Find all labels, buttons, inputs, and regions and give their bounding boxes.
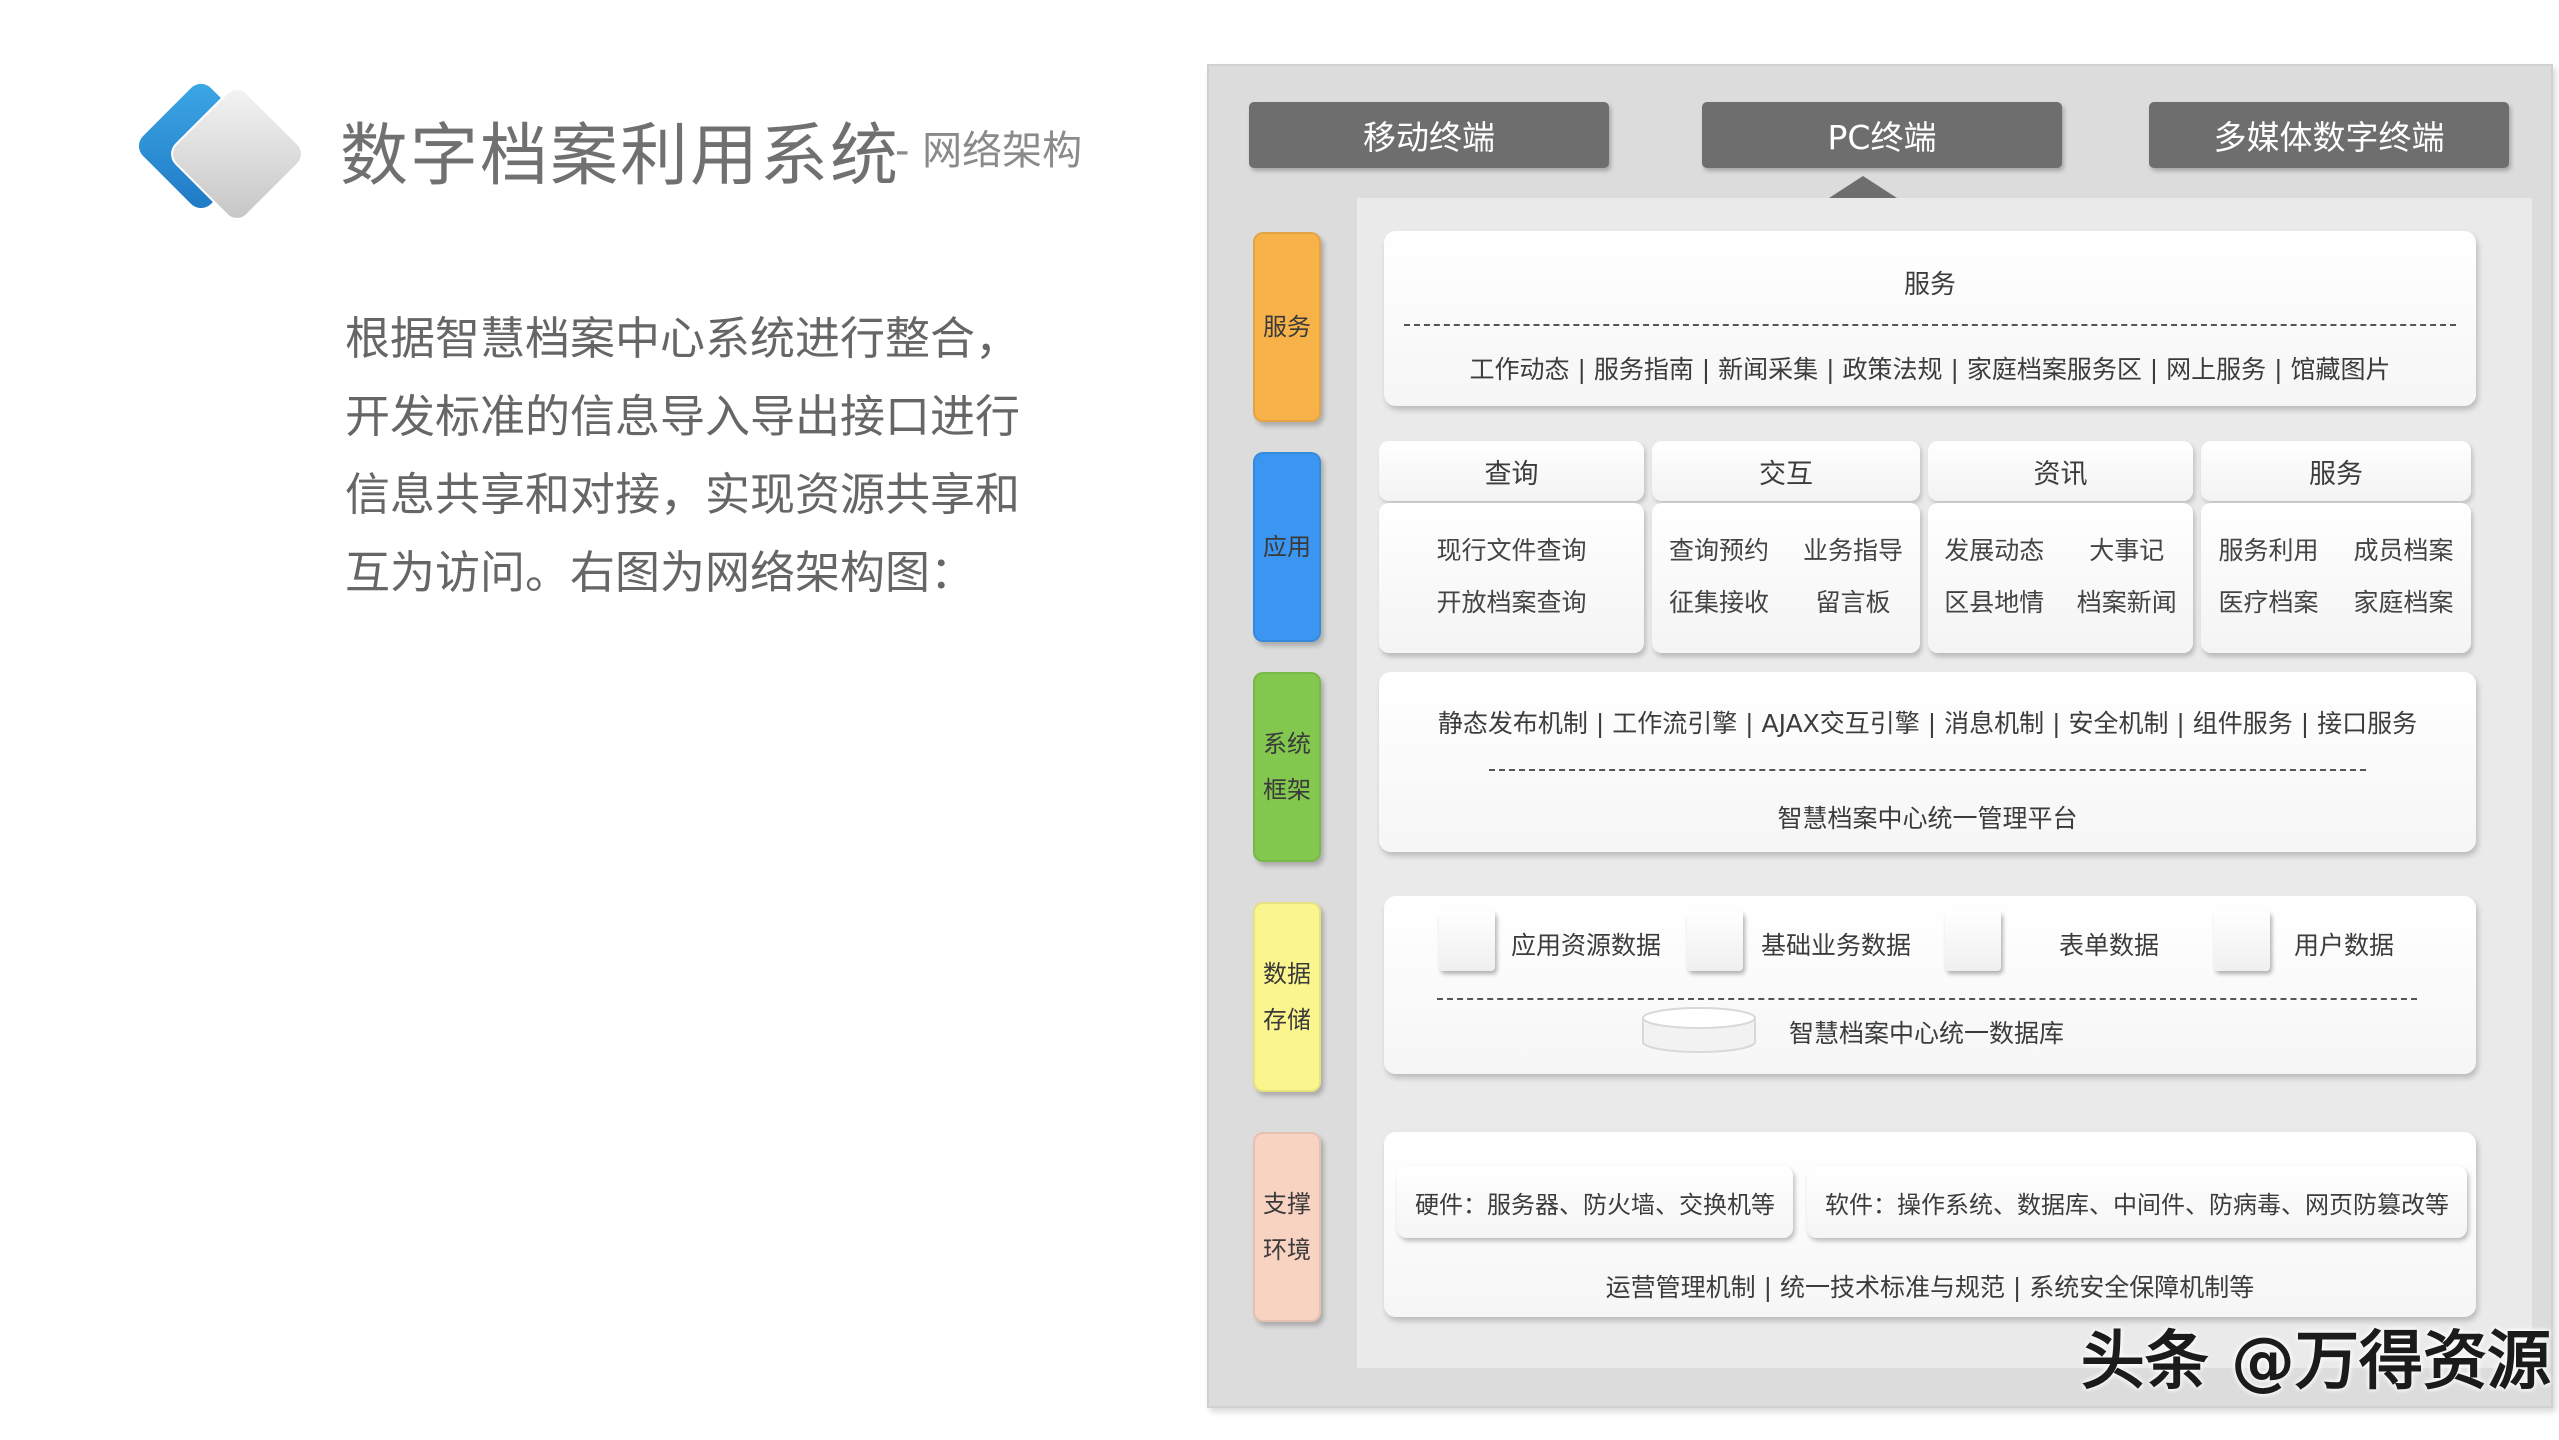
divider [1437,998,2417,1000]
app-body-query: 现行文件查询 开放档案查询 [1379,503,1644,653]
description-line: 信息共享和对接，实现资源共享和 [345,468,1021,521]
data-table-icon [1439,911,1495,971]
app-body-news: 发展动态 大事记 区县地情 档案新闻 [1928,503,2193,653]
database-icon [1642,1007,1756,1053]
app-item: 查询预约 [1668,536,1769,565]
layer-tab-service: 服务 [1253,232,1321,422]
layer-tab-storage: 数据存储 [1253,902,1321,1092]
description-line: 互为访问。右图为网络架构图： [345,546,976,599]
layer-tab-support: 支撑环境 [1253,1132,1321,1322]
app-head-news: 资讯 [1928,441,2193,501]
data-table-icon [2214,911,2270,971]
storage-database: 智慧档案中心统一数据库 [1789,1019,2065,1048]
app-item: 征集接收 [1668,588,1769,617]
storage-item: 用户数据 [2294,931,2395,960]
layer-tab-label: 服务 [1263,313,1311,341]
app-item: 家庭档案 [2353,588,2454,617]
app-item: 留言板 [1815,588,1891,617]
app-body-service: 服务利用 成员档案 医疗档案 家庭档案 [2201,503,2471,653]
app-item: 大事记 [2089,536,2165,565]
app-item: 业务指导 [1802,536,1903,565]
app-item: 发展动态 [1944,536,2045,565]
storage-item: 应用资源数据 [1511,931,1662,960]
app-item: 现行文件查询 [1436,536,1587,565]
software-box: 软件：操作系统、数据库、中间件、防病毒、网页防篡改等 [1807,1166,2467,1238]
app-head-service: 服务 [2201,441,2471,501]
data-table-icon [1687,911,1743,971]
page-title: 数字档案利用系统 [340,117,901,196]
app-head-query: 查询 [1379,441,1644,501]
terminal-pc: PC终端 [1702,102,2062,168]
layer-tab-label: 支撑环境 [1263,1190,1311,1264]
description: 根据智慧档案中心系统进行整合， 开发标准的信息导入导出接口进行 信息共享和对接，… [345,300,1105,612]
app-item: 档案新闻 [2076,588,2177,617]
app-item: 开放档案查询 [1436,588,1587,617]
terminal-mobile: 移动终端 [1249,102,1609,168]
framework-platform: 智慧档案中心统一管理平台 [1777,804,2078,833]
hardware-box: 硬件：服务器、防火墙、交换机等 [1397,1166,1793,1238]
app-body-interact: 查询预约 业务指导 征集接收 留言板 [1652,503,1920,653]
storage-item: 基础业务数据 [1761,931,1912,960]
divider [1489,769,2366,771]
storage-item: 表单数据 [2059,931,2160,960]
data-table-icon [1945,911,2001,971]
terminal-multimedia: 多媒体数字终端 [2149,102,2509,168]
framework-items: 静态发布机制 | 工作流引擎 | AJAX交互引擎 | 消息机制 | 安全机制 … [1437,709,2418,738]
service-title: 服务 [1903,270,1956,300]
app-item: 区县地情 [1944,588,2045,617]
description-line: 根据智慧档案中心系统进行整合， [345,312,1021,365]
support-management: 运营管理机制 | 统一技术标准与规范 | 系统安全保障机制等 [1605,1273,2255,1302]
divider [1404,324,2456,326]
layer-tab-application: 应用 [1253,452,1321,642]
app-head-interact: 交互 [1652,441,1920,501]
description-line: 开发标准的信息导入导出接口进行 [345,390,1021,443]
layer-tab-framework: 系统框架 [1253,672,1321,862]
app-item: 成员档案 [2353,536,2454,565]
app-item: 服务利用 [2218,536,2319,565]
watermark: 头条 @万得资源 [2080,1325,2551,1399]
app-item: 医疗档案 [2218,588,2319,617]
pc-pointer-icon [1829,176,1897,198]
layer-tab-label: 应用 [1263,533,1311,561]
layer-tab-label: 数据存储 [1263,960,1311,1034]
logo-diamond-icon [138,83,303,220]
layer-tab-label: 系统框架 [1263,730,1311,804]
architecture-diagram: 移动终端 PC终端 多媒体数字终端 服务 应用 系统框架 数据存储 支撑环境 服… [1207,64,2553,1408]
service-items: 工作动态 | 服务指南 | 新闻采集 | 政策法规 | 家庭档案服务区 | 网上… [1469,355,2391,384]
page-subtitle: - 网络架构 [895,128,1083,174]
